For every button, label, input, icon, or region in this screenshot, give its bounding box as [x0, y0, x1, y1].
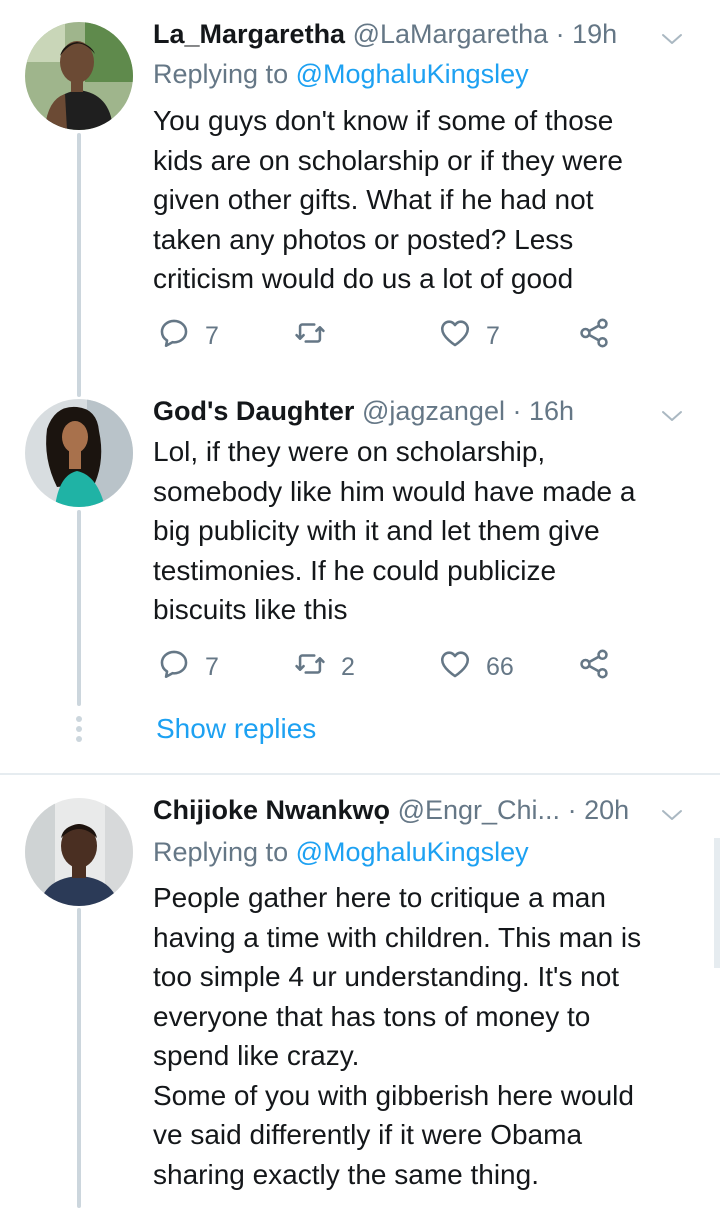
share-button[interactable]	[577, 316, 611, 356]
retweet-button[interactable]: 2	[293, 647, 355, 687]
reply-button[interactable]: 7	[157, 647, 219, 687]
tweet-text-line: taken any photos or posted? Less	[153, 223, 574, 255]
like-button[interactable]: 7	[438, 316, 500, 356]
chevron-down-icon[interactable]	[660, 798, 684, 822]
chevron-down-icon[interactable]	[660, 399, 684, 423]
tweet-text-line: everyone that has tons of money to	[153, 1000, 591, 1032]
retweet-button[interactable]	[293, 316, 341, 356]
share-button[interactable]	[577, 647, 611, 687]
avatar[interactable]	[25, 798, 133, 906]
tweet-text-line: spend like crazy.	[153, 1040, 360, 1071]
tweet-text-line: biscuits like this	[153, 594, 348, 625]
tweet-la-margaretha[interactable]: La_Margaretha @LaMargaretha · 19h Replyi…	[0, 0, 720, 380]
timestamp[interactable]: 16h	[529, 396, 574, 426]
separator: ·	[512, 396, 522, 426]
reply-button[interactable]: 7	[157, 316, 219, 356]
tweet-header: God's Daughter @jagzangel · 16h	[153, 391, 700, 431]
tweet-text-line: criticism would do us a lot of good	[153, 263, 574, 294]
tweet-text-line: Some of you with gibberish here would	[153, 1079, 634, 1111]
display-name[interactable]: Chijioke Nwankwọ	[153, 795, 390, 825]
tweet-text-line: big publicity with it and let them give	[153, 515, 600, 546]
avatar[interactable]	[25, 22, 133, 130]
like-icon	[438, 647, 472, 688]
thread-line	[77, 908, 81, 1208]
separator: ·	[567, 795, 577, 825]
share-icon	[577, 316, 611, 357]
timestamp[interactable]: 20h	[584, 795, 629, 825]
reply-count: 7	[205, 321, 219, 350]
timestamp[interactable]: 19h	[572, 19, 617, 49]
like-count: 7	[486, 321, 500, 350]
replying-prefix: Replying to	[153, 837, 289, 867]
tweet-header: La_Margaretha @LaMargaretha · 19h	[153, 14, 700, 54]
avatar[interactable]	[25, 399, 133, 507]
reply-icon	[157, 316, 191, 357]
tweet-text-line: having a time with children. This man is	[153, 921, 642, 953]
display-name[interactable]: La_Margaretha	[153, 19, 345, 49]
tweet-text-line: You guys don't know if some of those	[153, 105, 614, 136]
tweet-text-line: too simple 4 ur understanding. It's not	[153, 961, 620, 992]
tweet-text: You guys don't know if some of those kid…	[153, 101, 693, 299]
display-name[interactable]: God's Daughter	[153, 396, 354, 426]
retweet-count: 2	[341, 652, 355, 681]
user-handle[interactable]: @jagzangel	[362, 396, 505, 426]
more-replies-dots	[74, 716, 84, 746]
like-count: 66	[486, 652, 514, 681]
tweet-gods-daughter[interactable]: God's Daughter @jagzangel · 16h Lol, if …	[0, 385, 720, 705]
reply-icon	[157, 647, 191, 688]
divider	[0, 773, 720, 775]
user-handle[interactable]: @LaMargaretha	[353, 19, 549, 49]
tweet-actions: 7 7	[153, 316, 633, 356]
replying-to: Replying to @MoghaluKingsley	[153, 832, 529, 872]
retweet-icon	[293, 316, 327, 357]
tweet-text-line: sharing exactly the same thing.	[153, 1158, 539, 1190]
reply-count: 7	[205, 652, 219, 681]
tweet-text: People gather here to critique a man hav…	[153, 878, 693, 1194]
mention-link[interactable]: @MoghaluKingsley	[296, 59, 529, 89]
tweet-text: Lol, if they were on scholarship, somebo…	[153, 432, 693, 630]
scrollbar[interactable]	[714, 838, 720, 968]
replying-prefix: Replying to	[153, 59, 289, 89]
chevron-down-icon[interactable]	[660, 22, 684, 46]
replying-to: Replying to @MoghaluKingsley	[153, 54, 529, 94]
tweet-text-line: kids are on scholarship or if they were	[153, 144, 623, 176]
retweet-icon	[293, 647, 327, 688]
tweet-text-line: given other gifts. What if he had not	[153, 184, 594, 215]
tweet-chijioke-nwankwo[interactable]: Chijioke Nwankwọ @Engr_Chi... · 20h Repl…	[0, 776, 720, 1208]
share-icon	[577, 647, 611, 688]
tweet-text-line: ve said differently if it were Obama	[153, 1119, 583, 1150]
tweet-header: Chijioke Nwankwọ @Engr_Chi... · 20h	[153, 790, 700, 830]
tweet-text-line: somebody like him would have made a	[153, 475, 636, 507]
like-icon	[438, 316, 472, 357]
like-button[interactable]: 66	[438, 647, 514, 687]
show-replies-link[interactable]: Show replies	[156, 709, 316, 749]
tweet-text-line: Lol, if they were on scholarship,	[153, 436, 546, 467]
mention-link[interactable]: @MoghaluKingsley	[296, 837, 529, 867]
tweet-actions: 7 2 66	[153, 647, 633, 687]
user-handle[interactable]: @Engr_Chi...	[398, 795, 560, 825]
tweet-text-line: testimonies. If he could publicize	[153, 554, 557, 586]
separator: ·	[555, 19, 565, 49]
tweet-text-line: People gather here to critique a man	[153, 882, 606, 913]
